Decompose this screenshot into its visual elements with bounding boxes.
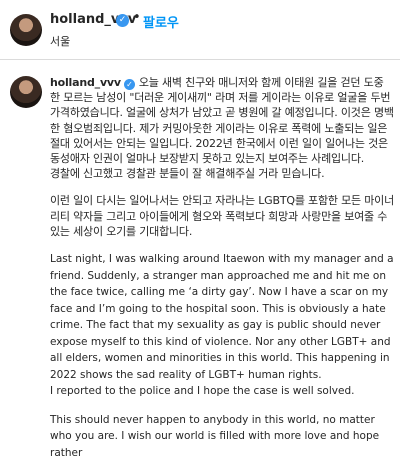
caption-paragraph-en-2: I reported to the police and I hope the … [50, 385, 355, 398]
follow-button[interactable]: 팔로우 [143, 12, 179, 31]
comment-username[interactable]: holland_vvv [50, 76, 121, 89]
separator-dot: • [133, 10, 141, 25]
post-header: holland_vvv ✓ • 팔로우 서울 [0, 0, 400, 60]
caption-paragraph-ko-1-text: 오늘 새벽 친구와 매니저와 함께 이태원 길을 걷던 도중 한 모르는 남성이… [50, 76, 394, 166]
verified-badge-icon: ✓ [116, 14, 129, 27]
caption-text: holland_vvv ✓ 오늘 새벽 친구와 매니저와 함께 이태원 길을 걷던 … [50, 75, 394, 461]
caption-paragraph-ko-2: 경찰에 신고했고 경찰관 분들이 잘 해결해주실 거라 믿습니다. [50, 167, 325, 181]
comment-avatar[interactable] [10, 76, 42, 108]
comment-verified-badge-icon: ✓ [123, 79, 135, 90]
caption-paragraph-ko-1: holland_vvv ✓ 오늘 새벽 친구와 매니저와 함께 이태원 길을 걷던 … [50, 75, 394, 166]
profile-avatar[interactable] [10, 14, 42, 46]
caption-paragraph-en-3: This should never happen to anybody in t… [50, 413, 380, 459]
location-label[interactable]: 서울 [50, 33, 70, 49]
caption-comment: holland_vvv ✓ 오늘 새벽 친구와 매니저와 함께 이태원 길을 걷던 … [0, 60, 400, 459]
caption-paragraph-en-1: Last night, I was walking around Itaewon… [50, 253, 394, 381]
caption-paragraph-ko-3: 이런 일이 다시는 일어나서는 안되고 자라나는 LGBTQ를 포함한 모든 마… [50, 194, 395, 238]
